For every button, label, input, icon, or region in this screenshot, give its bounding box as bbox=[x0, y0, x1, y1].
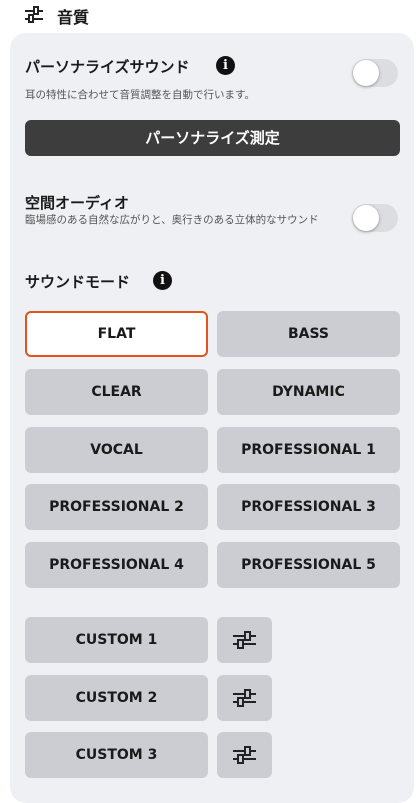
mode-button-dynamic[interactable]: DYNAMIC bbox=[217, 369, 400, 415]
custom-3-edit-button[interactable] bbox=[217, 732, 272, 778]
personalize-title: パーソナライズサウンド bbox=[25, 58, 190, 76]
spatial-audio-title: 空間オーディオ bbox=[25, 194, 129, 212]
equalizer-icon bbox=[233, 689, 256, 707]
mode-button-professional-2[interactable]: PROFESSIONAL 2 bbox=[25, 484, 208, 530]
spatial-audio-toggle[interactable] bbox=[352, 204, 398, 232]
toggle-knob bbox=[353, 205, 379, 231]
mode-button-professional-4[interactable]: PROFESSIONAL 4 bbox=[25, 542, 208, 588]
toggle-knob bbox=[353, 60, 379, 86]
equalizer-icon bbox=[233, 746, 256, 764]
custom-button-3[interactable]: CUSTOM 3 bbox=[25, 732, 208, 778]
info-icon[interactable]: i bbox=[153, 271, 172, 290]
spatial-audio-description: 臨場感のある自然な広がりと、奥行きのある立体的なサウンド bbox=[25, 214, 319, 226]
header: 音質 bbox=[0, 0, 419, 32]
custom-2-edit-button[interactable] bbox=[217, 675, 272, 721]
sound-mode-title: サウンドモード bbox=[25, 273, 131, 291]
equalizer-icon bbox=[233, 631, 256, 649]
mode-button-professional-5[interactable]: PROFESSIONAL 5 bbox=[217, 542, 400, 588]
mode-button-clear[interactable]: CLEAR bbox=[25, 369, 208, 415]
custom-button-1[interactable]: CUSTOM 1 bbox=[25, 617, 208, 663]
page-title: 音質 bbox=[57, 8, 90, 27]
mode-button-bass[interactable]: BASS bbox=[217, 311, 400, 357]
info-icon[interactable]: i bbox=[216, 56, 235, 75]
mode-button-professional-1[interactable]: PROFESSIONAL 1 bbox=[217, 427, 400, 473]
personalize-measure-button[interactable]: パーソナライズ測定 bbox=[25, 120, 400, 156]
equalizer-icon bbox=[25, 6, 43, 23]
custom-1-edit-button[interactable] bbox=[217, 617, 272, 663]
personalize-description: 耳の特性に合わせて音質調整を自動で行います。 bbox=[25, 89, 255, 101]
personalize-toggle[interactable] bbox=[352, 59, 398, 87]
mode-button-vocal[interactable]: VOCAL bbox=[25, 427, 208, 473]
mode-button-professional-3[interactable]: PROFESSIONAL 3 bbox=[217, 484, 400, 530]
mode-button-flat[interactable]: FLAT bbox=[25, 311, 208, 357]
custom-button-2[interactable]: CUSTOM 2 bbox=[25, 675, 208, 721]
